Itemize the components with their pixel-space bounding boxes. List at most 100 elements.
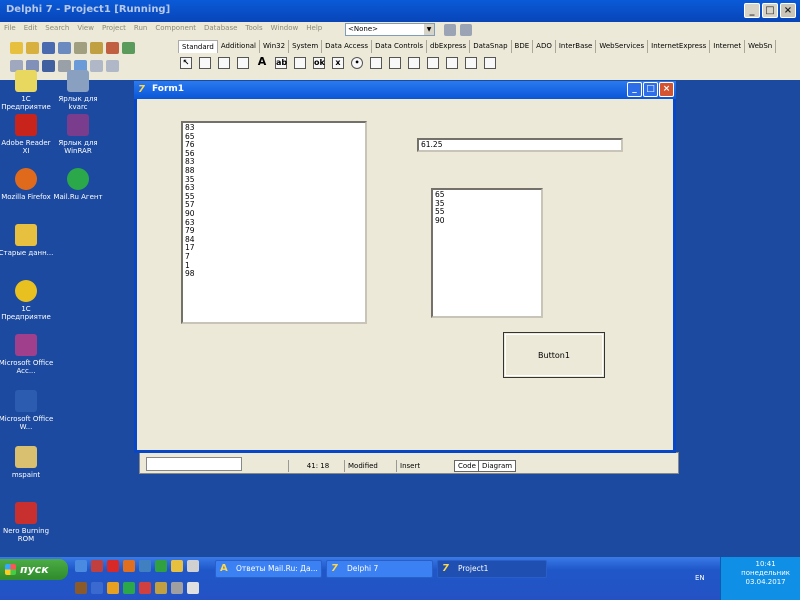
desktop-icon-winrar[interactable]: Ярлык для WinRAR	[50, 114, 106, 155]
tab-bde[interactable]: BDE	[512, 40, 534, 53]
menu-item-tools[interactable]: Tools	[245, 24, 262, 38]
remove-file-icon[interactable]	[106, 42, 119, 54]
desktop-icon-mspaint[interactable]: mspaint	[0, 446, 54, 479]
quicklaunch-icon[interactable]	[171, 582, 183, 594]
tab-ado[interactable]: ADO	[533, 40, 556, 53]
menu-item-project[interactable]: Project	[102, 24, 126, 38]
tab-dbexpress[interactable]: dbExpress	[427, 40, 471, 53]
ide-maximize-button[interactable]: □	[762, 3, 778, 18]
list-item[interactable]: 63	[185, 218, 363, 228]
actionlist-icon[interactable]	[484, 57, 496, 69]
ide-close-button[interactable]: ×	[780, 3, 796, 18]
list-item[interactable]: 83	[185, 158, 363, 167]
component-combo[interactable]: <None> ▼	[345, 23, 435, 36]
button1[interactable]: Button1	[503, 332, 605, 378]
open-icon[interactable]	[26, 42, 39, 54]
menu-item-help[interactable]: Help	[306, 24, 322, 38]
tab-code[interactable]: Code	[454, 460, 480, 472]
quicklaunch-icon[interactable]	[75, 560, 87, 572]
list-item[interactable]: 90	[435, 216, 539, 226]
mainmenu-icon[interactable]	[218, 57, 230, 69]
quicklaunch-icon[interactable]	[187, 582, 199, 594]
quicklaunch-icon[interactable]	[139, 582, 151, 594]
tab-webservices[interactable]: WebServices	[596, 40, 649, 53]
menu-item-database[interactable]: Database	[204, 24, 237, 38]
list-item[interactable]: 83	[185, 123, 363, 133]
list-item[interactable]: 56	[185, 149, 363, 159]
list-item[interactable]: 7	[185, 252, 363, 262]
menu-item-window[interactable]: Window	[271, 24, 299, 38]
task-mailru-answers[interactable]: A Ответы Mail.Ru: Да...	[215, 560, 322, 578]
open-project-icon[interactable]	[74, 42, 87, 54]
tab-internetexpress[interactable]: InternetExpress	[648, 40, 711, 53]
quicklaunch-icon[interactable]	[155, 582, 167, 594]
panel-icon[interactable]	[465, 57, 477, 69]
help-icon[interactable]	[122, 42, 135, 54]
tab-diagram[interactable]: Diagram	[478, 460, 517, 472]
quicklaunch-icon[interactable]	[139, 560, 151, 572]
memo-icon[interactable]	[294, 57, 306, 69]
list-item[interactable]: 1	[185, 261, 363, 271]
tab-websn[interactable]: WebSn	[745, 40, 777, 53]
desktop-icon-adobe-reader[interactable]: Adobe Reader XI	[0, 114, 54, 155]
desktop-icon-ms-access[interactable]: Microsoft Office Acc...	[0, 334, 54, 375]
desktop-icon-old-data[interactable]: Старые данн...	[0, 224, 54, 257]
scrollbar-icon[interactable]	[408, 57, 420, 69]
new-form-icon[interactable]	[460, 24, 472, 36]
list-item[interactable]: 65	[185, 132, 363, 142]
menu-item-component[interactable]: Component	[155, 24, 196, 38]
quicklaunch-icon[interactable]	[75, 582, 87, 594]
tab-additional[interactable]: Additional	[218, 40, 260, 53]
quicklaunch-icon[interactable]	[171, 560, 183, 572]
desktop-icon-1c-2[interactable]: 1С Предприятие	[0, 280, 54, 321]
menu-item-view[interactable]: View	[77, 24, 94, 38]
list-item[interactable]: 55	[435, 208, 539, 217]
tab-system[interactable]: System	[289, 40, 323, 53]
quicklaunch-icon[interactable]	[91, 560, 103, 572]
add-file-icon[interactable]	[90, 42, 103, 54]
task-project1[interactable]: 7 Project1	[437, 560, 547, 578]
button-icon[interactable]: ok	[313, 57, 325, 69]
ide-minimize-button[interactable]: _	[744, 3, 760, 18]
listbox2[interactable]: 65 35 55 90	[431, 188, 543, 318]
save-all-icon[interactable]	[58, 42, 71, 54]
quicklaunch-icon[interactable]	[107, 582, 119, 594]
label-icon[interactable]: A	[256, 56, 268, 69]
start-button[interactable]: пуск	[0, 559, 68, 580]
pointer-icon[interactable]: ↖	[180, 57, 192, 69]
listbox1[interactable]: 83 65 76 56 83 88 35 63 55 57 90 63 79 84 17 7 1 98	[181, 121, 367, 324]
listbox-icon[interactable]	[370, 57, 382, 69]
tab-datasnap[interactable]: DataSnap	[470, 40, 512, 53]
tab-data-controls[interactable]: Data Controls	[372, 40, 427, 53]
list-item[interactable]: 79	[185, 227, 363, 236]
popupmenu-icon[interactable]	[237, 57, 249, 69]
list-item[interactable]: 35	[435, 199, 539, 209]
edit-icon[interactable]: ab	[275, 57, 287, 69]
list-item[interactable]: 98	[185, 269, 363, 279]
frames-icon[interactable]	[199, 57, 211, 69]
desktop-icon-firefox[interactable]: Mozilla Firefox	[0, 168, 54, 201]
edit1[interactable]: 61.25	[417, 138, 623, 152]
list-item[interactable]: 63	[185, 184, 363, 193]
list-item[interactable]: 55	[185, 192, 363, 202]
save-icon[interactable]	[42, 42, 55, 54]
quicklaunch-icon[interactable]	[107, 560, 119, 572]
menu-item-search[interactable]: Search	[45, 24, 69, 38]
combobox-icon[interactable]	[389, 57, 401, 69]
tab-data-access[interactable]: Data Access	[322, 40, 373, 53]
desktop-icon-nero[interactable]: Nero Burning ROM	[0, 502, 54, 543]
menu-item-file[interactable]: File	[4, 24, 16, 38]
list-item[interactable]: 65	[435, 190, 539, 200]
menu-item-run[interactable]: Run	[134, 24, 147, 38]
desktop-icon-1c[interactable]: 1С Предприятие	[0, 70, 54, 111]
tab-interbase[interactable]: InterBase	[556, 40, 597, 53]
checkbox-icon[interactable]: x	[332, 57, 344, 69]
form1-minimize-button[interactable]: _	[627, 82, 642, 97]
ide-title-bar[interactable]: Delphi 7 - Project1 [Running] _ □ ×	[0, 0, 800, 22]
form1-maximize-button[interactable]: □	[643, 82, 658, 97]
quicklaunch-icon[interactable]	[123, 560, 135, 572]
list-item[interactable]: 88	[185, 166, 363, 176]
list-item[interactable]: 90	[185, 209, 363, 219]
list-item[interactable]: 35	[185, 175, 363, 185]
list-item[interactable]: 84	[185, 235, 363, 245]
